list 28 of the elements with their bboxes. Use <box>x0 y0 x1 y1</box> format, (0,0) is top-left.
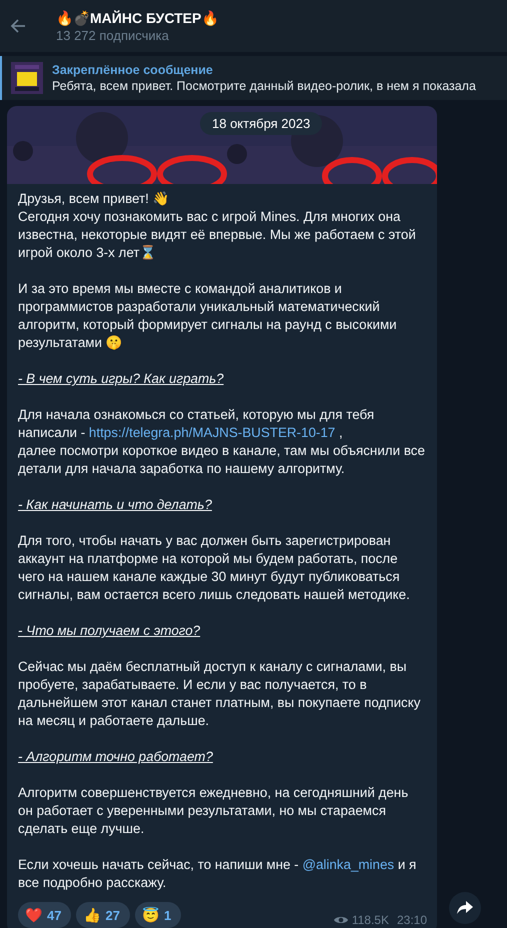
subscriber-count: 13 272 подписчика <box>56 28 170 42</box>
share-button[interactable] <box>449 892 481 924</box>
channel-title: 🔥💣МАЙНС БУСТЕР🔥 <box>56 10 218 26</box>
date-badge: 18 октября 2023 <box>200 112 322 135</box>
view-count: 118.5K <box>352 913 389 927</box>
message-paragraph: И за это время мы вместе с командой аналитиков и программистов разработали уникальный математический алгоритм, который формирует сигналы на раунд с высокими результатами 🤫 <box>18 280 398 352</box>
message-paragraph: Если хочешь начать сейчас, то напиши мне - @alinka_mines и я все подробно расскажу. <box>18 856 418 892</box>
message-paragraph: Алгоритм совершенствуется ежедневно, на сегодняшний день он работает с уверенными результатами, но мы стараемся сделать еще лучше. <box>18 784 410 838</box>
section-heading: - Как начинать и что делать? <box>18 496 213 514</box>
reaction-chip[interactable]: 😇 1 <box>134 902 182 928</box>
reaction-chip[interactable]: ❤ 47 <box>18 902 72 928</box>
section-heading: - Что мы получаем с этого? <box>18 622 202 640</box>
share-arrow-icon <box>457 901 473 915</box>
pinned-text: Ребята, всем привет. Посмотрите данный видео-ролик, в нем я показала <box>52 79 476 93</box>
message-paragraph: Друзья, всем привет! 👋 <box>18 190 171 208</box>
section-heading: - Алгоритм точно работает? <box>18 748 214 766</box>
eye-icon <box>334 915 348 925</box>
message-paragraph: Сегодня хочу познакомить вас с игрой Mines. Для многих она известна, некоторые видят её впервые. Мы же работаем с этой игрой около 3-х лет⌛ <box>18 208 417 262</box>
pinned-message-bar[interactable]: Закреплённое сообщение Ребята, всем привет. Посмотрите данный видео-ролик, в нем я показала <box>0 56 507 100</box>
message-paragraph: далее посмотри короткое видео в канале, там мы объяснили все детали для начала заработка по нашему алгоритму. <box>18 442 425 478</box>
link[interactable]: @alinka_mines <box>302 857 394 872</box>
message-paragraph: Для того, чтобы начать у вас должен быть зарегистрирован аккаунт на платформе на которой мы будем работать, после чего на нашем канале каждые 30 минут будут публиковаться сигналы, вам остается всего лишь следовать нашей методике. <box>18 532 411 604</box>
pinned-title: Закреплённое сообщение <box>52 63 214 77</box>
section-heading: - В чем суть игры? Как играть? <box>18 370 225 388</box>
message-time: 23:10 <box>396 913 427 927</box>
reaction-chip[interactable]: 👍 27 <box>76 902 130 928</box>
link[interactable]: https://telegra.ph/MAJNS-BUSTER-10-17 <box>88 425 336 440</box>
message-paragraph: Сейчас мы даём бесплатный доступ к каналу с сигналами, вы пробуете, зарабатываете. И если у вас получается, то в дальнейшем этот канал станет платным, вы покупаете подписку на месяц и работаете дальше. <box>18 658 422 730</box>
